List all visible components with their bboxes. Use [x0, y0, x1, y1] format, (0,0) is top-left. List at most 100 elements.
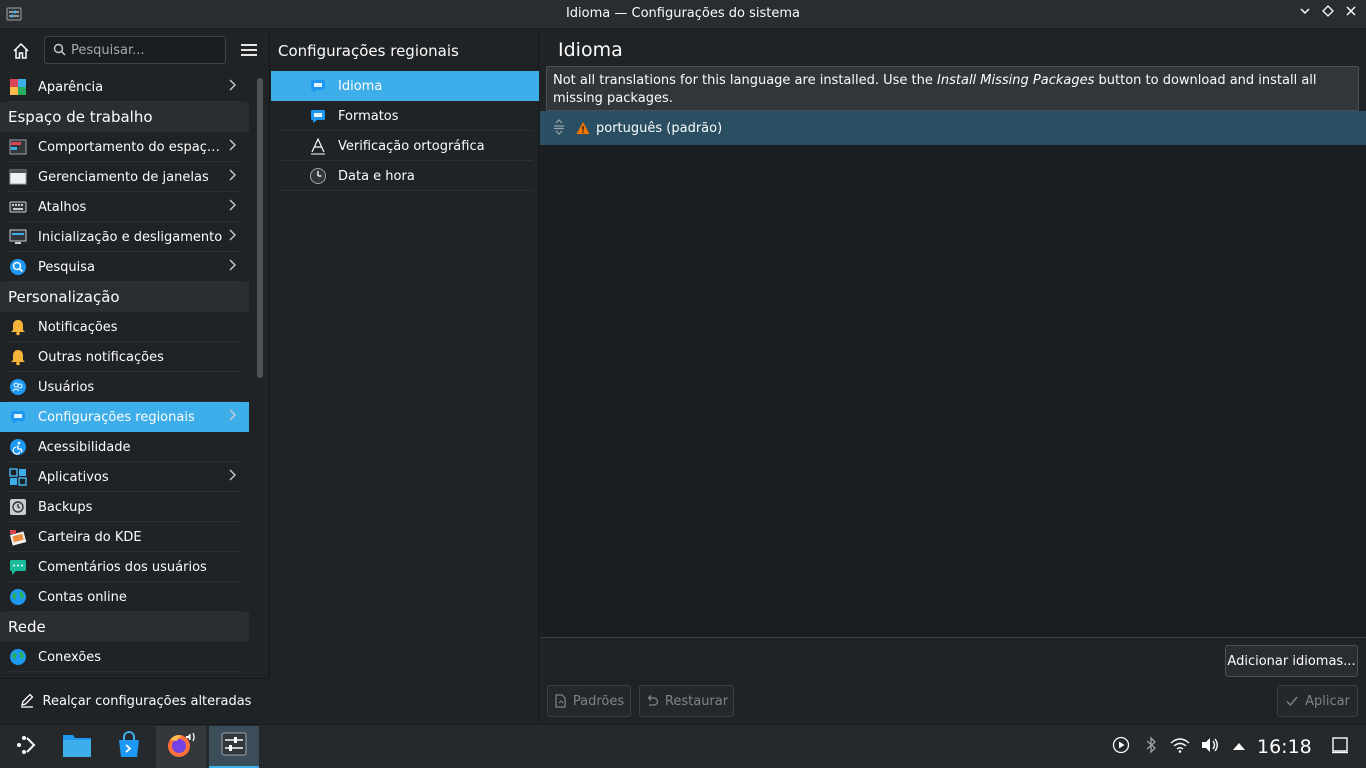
sidebar-item-label: Outras notificações: [38, 349, 164, 365]
discover-icon: [115, 731, 143, 763]
sidebar-item-aplicativos[interactable]: Aplicativos: [0, 462, 249, 492]
pencil-icon: [19, 692, 35, 712]
file-manager-icon: [61, 731, 93, 763]
sidebar-item-notificacoes[interactable]: Notificações: [0, 312, 249, 342]
sidebar-item-comentarios-dos-usuarios[interactable]: Comentários dos usuários: [0, 552, 249, 582]
search-field[interactable]: [44, 36, 226, 64]
globe-icon: [8, 647, 28, 667]
sidebar-item-inicializacao-e-desligamento[interactable]: Inicialização e desligamento: [0, 222, 249, 252]
volume-icon: [1200, 736, 1220, 758]
chevron-right-icon: [223, 199, 241, 215]
firefox-icon: [165, 729, 197, 765]
drag-handle-icon[interactable]: [553, 118, 567, 138]
formats-icon: [308, 106, 328, 126]
sidebar-item-label: Contas online: [38, 589, 127, 605]
sidebar-item-gerenciamento-de-janelas[interactable]: Gerenciamento de janelas: [0, 162, 249, 192]
taskbar-system-settings[interactable]: [209, 726, 259, 768]
sidebar-item-configuracoes-regionais[interactable]: Configurações regionais: [0, 402, 249, 432]
sidebar-scrollbar[interactable]: [257, 78, 263, 378]
checkmark-icon: [1285, 694, 1299, 708]
taskbar-discover[interactable]: [104, 726, 154, 768]
system-settings-icon: [220, 730, 248, 762]
search-icon: [8, 257, 28, 277]
keyboard-icon: [8, 197, 28, 217]
digital-clock[interactable]: 16:18: [1257, 736, 1312, 758]
banner-text-prefix: Not all translations for this language a…: [553, 73, 938, 88]
subcategory-label: Data e hora: [338, 168, 415, 184]
chevron-right-icon: [223, 229, 241, 245]
defaults-button[interactable]: Padrões: [547, 685, 631, 717]
volume-tray[interactable]: [1200, 737, 1220, 757]
title-bar: Idioma — Configurações do sistema: [0, 0, 1366, 29]
taskbar: 16:18: [0, 724, 1366, 768]
close-button[interactable]: [1342, 5, 1360, 23]
sidebar-item-label: Comportamento do espaço...: [38, 139, 223, 155]
defaults-label: Padrões: [572, 693, 625, 709]
media-player-tray[interactable]: [1111, 736, 1131, 757]
bluetooth-icon: [1144, 736, 1158, 758]
sidebar-item-label: Inicialização e desligamento: [38, 229, 223, 245]
sidebar-section-header: Espaço de trabalho: [0, 102, 249, 132]
application-launcher-button[interactable]: [0, 726, 50, 768]
add-languages-button[interactable]: Adicionar idiomas...: [1225, 645, 1358, 677]
sidebar-item-label: Comentários dos usuários: [38, 559, 207, 575]
appearance-icon: [8, 77, 28, 97]
taskbar-file-manager[interactable]: [52, 726, 102, 768]
chevron-right-icon: [223, 169, 241, 185]
sidebar-item-atalhos[interactable]: Atalhos: [0, 192, 249, 222]
chevron-right-icon: [223, 259, 241, 275]
reset-button[interactable]: Restaurar: [639, 685, 734, 717]
sidebar-item-acessibilidade[interactable]: Acessibilidade: [0, 432, 249, 462]
workspace-behavior-icon: [8, 137, 28, 157]
sidebar-item-aparencia[interactable]: Aparência: [0, 72, 249, 102]
highlight-changed-settings-button[interactable]: Realçar configurações alteradas: [0, 678, 270, 724]
sidebar-item-backups[interactable]: Backups: [0, 492, 249, 522]
startup-icon: [8, 227, 28, 247]
search-input[interactable]: [71, 37, 221, 63]
language-label: português (padrão): [596, 120, 723, 136]
bluetooth-tray[interactable]: [1141, 736, 1161, 758]
bell-icon: [8, 347, 28, 367]
minimize-button[interactable]: [1296, 5, 1314, 23]
highlight-changed-settings-label: Realçar configurações alteradas: [42, 694, 252, 709]
sidebar-item-label: Aparência: [38, 79, 104, 95]
application-launcher-icon: [12, 732, 38, 762]
spellcheck-icon: [308, 136, 328, 156]
sidebar-section-header: Personalização: [0, 282, 249, 312]
hamburger-icon: [241, 44, 257, 56]
expand-tray-button[interactable]: [1229, 737, 1249, 757]
home-icon: [13, 42, 29, 59]
hamburger-menu-button[interactable]: [238, 39, 260, 61]
sidebar-item-contas-online[interactable]: Contas online: [0, 582, 249, 612]
sidebar-item-carteira-do-kde[interactable]: Carteira do KDE: [0, 522, 249, 552]
subcategory-item-formatos[interactable]: Formatos: [271, 101, 539, 131]
subcategory-item-data-e-hora[interactable]: Data e hora: [271, 161, 539, 191]
sidebar-item-outras-notificacoes[interactable]: Outras notificações: [0, 342, 249, 372]
sidebar-item-label: Gerenciamento de janelas: [38, 169, 209, 185]
expand-tray-icon: [1232, 740, 1246, 755]
show-desktop-icon: [1331, 736, 1349, 758]
subcategory-item-verificacao-ortografica[interactable]: Verificação ortográfica: [271, 131, 539, 161]
subcategory-item-idioma[interactable]: Idioma: [271, 71, 539, 101]
taskbar-firefox[interactable]: [156, 726, 206, 768]
sidebar-nav-list: Aparência Espaço de trabalho Comportamento…: [0, 72, 249, 678]
sidebar-item-pesquisa[interactable]: Pesquisa: [0, 252, 249, 282]
reset-label: Restaurar: [664, 693, 729, 709]
sidebar-item-comportamento-do-espaco[interactable]: Comportamento do espaço...: [0, 132, 249, 162]
backup-icon: [8, 497, 28, 517]
wifi-icon: [1169, 736, 1191, 758]
maximize-button[interactable]: [1319, 5, 1337, 23]
chevron-right-icon: [223, 469, 241, 485]
bell-icon: [8, 317, 28, 337]
sidebar-toolbar: [0, 30, 270, 72]
users-icon: [8, 377, 28, 397]
apply-button[interactable]: Aplicar: [1277, 685, 1358, 717]
language-row[interactable]: português (padrão): [540, 111, 1366, 145]
home-button[interactable]: [8, 38, 34, 64]
undo-icon: [645, 694, 659, 708]
show-desktop-button[interactable]: [1330, 737, 1350, 757]
clock-icon: [308, 166, 328, 186]
network-tray[interactable]: [1170, 737, 1190, 757]
sidebar-item-conexoes[interactable]: Conexões: [0, 642, 249, 672]
sidebar-item-usuarios[interactable]: Usuários: [0, 372, 249, 402]
